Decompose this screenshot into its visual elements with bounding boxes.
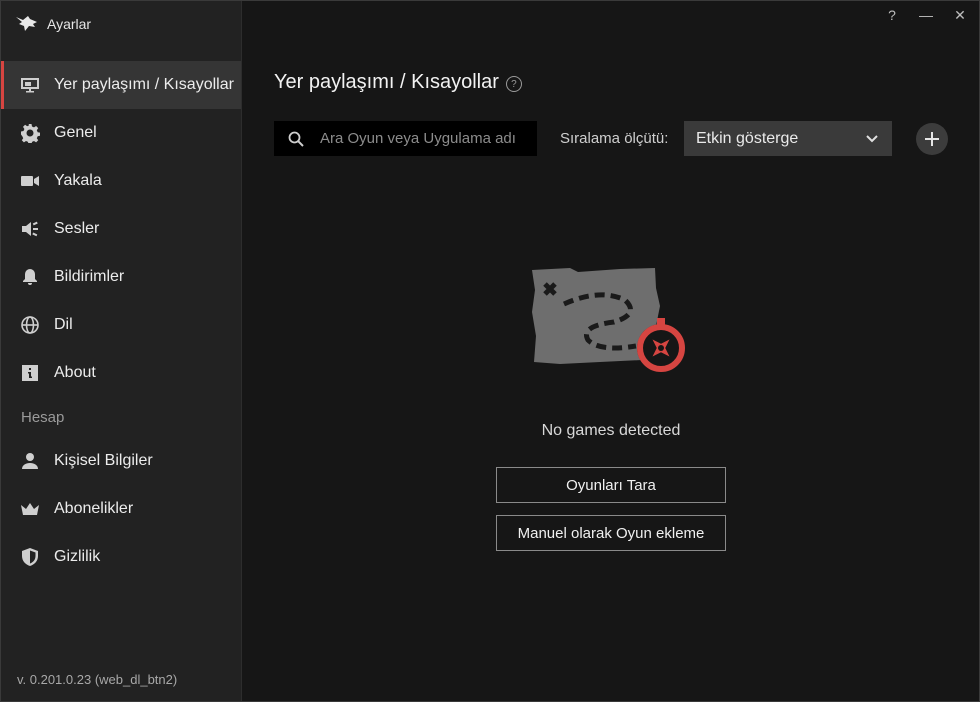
sidebar-item-about[interactable]: About xyxy=(1,349,241,397)
sidebar-item-sounds[interactable]: Sesler xyxy=(1,205,241,253)
close-button[interactable]: ✕ xyxy=(951,7,969,24)
sidebar-item-language[interactable]: Dil xyxy=(1,301,241,349)
minimize-button[interactable]: — xyxy=(917,7,935,24)
add-game-manually-button[interactable]: Manuel olarak Oyun ekleme xyxy=(496,515,726,551)
sidebar-item-label: Gizlilik xyxy=(54,548,101,565)
add-game-button[interactable] xyxy=(916,123,948,155)
question-circle-icon[interactable]: ? xyxy=(505,76,522,92)
sidebar-item-subscriptions[interactable]: Abonelikler xyxy=(1,485,241,533)
speaker-icon xyxy=(19,218,41,240)
wolf-logo-icon xyxy=(15,14,39,34)
sidebar-item-notifications[interactable]: Bildirimler xyxy=(1,253,241,301)
settings-window: Ayarlar Yer paylaşımı / Kısayollar Genel… xyxy=(0,0,980,702)
gear-icon xyxy=(19,122,41,144)
help-button[interactable]: ? xyxy=(883,7,901,24)
window-controls: ? — ✕ xyxy=(883,7,969,24)
sidebar-item-label: About xyxy=(54,364,96,381)
window-title-bar: Ayarlar xyxy=(1,1,241,47)
sidebar-nav: Yer paylaşımı / Kısayollar Genel Yakala … xyxy=(1,61,241,581)
sidebar-item-privacy[interactable]: Gizlilik xyxy=(1,533,241,581)
sidebar-item-label: Kişisel Bilgiler xyxy=(54,452,153,469)
treasure-map-illustration-icon xyxy=(532,268,685,372)
sidebar-item-label: Genel xyxy=(54,124,97,141)
search-input[interactable] xyxy=(318,129,522,148)
main-panel: ? — ✕ Yer paylaşımı / Kısayollar ? Sıral… xyxy=(242,1,979,701)
empty-state-message: No games detected xyxy=(541,422,681,439)
scan-games-button[interactable]: Oyunları Tara xyxy=(496,467,726,503)
chevron-down-icon xyxy=(866,134,878,142)
sidebar-item-label: Sesler xyxy=(54,220,100,237)
sort-label: Sıralama ölçütü: xyxy=(560,130,669,147)
shield-icon xyxy=(19,546,41,568)
page-title: Yer paylaşımı / Kısayollar xyxy=(274,71,499,93)
window-title: Ayarlar xyxy=(47,16,92,32)
search-box xyxy=(274,121,537,156)
bell-icon xyxy=(19,266,41,288)
sort-selected-value: Etkin gösterge xyxy=(696,129,799,147)
info-icon xyxy=(19,362,41,384)
globe-icon xyxy=(19,314,41,336)
sidebar-item-general[interactable]: Genel xyxy=(1,109,241,157)
crown-icon xyxy=(19,498,41,520)
sidebar-item-overlay[interactable]: Yer paylaşımı / Kısayollar xyxy=(1,61,241,109)
overlay-monitor-icon xyxy=(19,74,41,96)
sidebar-item-label: Bildirimler xyxy=(54,268,125,285)
sidebar-item-label: Abonelikler xyxy=(54,500,134,517)
sidebar: Ayarlar Yer paylaşımı / Kısayollar Genel… xyxy=(1,1,242,701)
plus-icon xyxy=(925,132,939,146)
sidebar-item-label: Dil xyxy=(54,316,73,333)
video-camera-icon xyxy=(19,170,41,192)
sidebar-section-account: Hesap xyxy=(21,408,65,426)
version-label: v. 0.201.0.23 (web_dl_btn2) xyxy=(17,672,178,687)
user-icon xyxy=(19,450,41,472)
sidebar-item-label: Yakala xyxy=(54,172,102,189)
sidebar-item-label: Yer paylaşımı / Kısayollar xyxy=(54,76,234,93)
sidebar-item-capture[interactable]: Yakala xyxy=(1,157,241,205)
search-icon xyxy=(288,131,304,147)
page-title-row: Yer paylaşımı / Kısayollar ? xyxy=(274,71,522,94)
sidebar-item-personal-info[interactable]: Kişisel Bilgiler xyxy=(1,437,241,485)
sort-dropdown[interactable]: Etkin gösterge xyxy=(684,121,892,156)
